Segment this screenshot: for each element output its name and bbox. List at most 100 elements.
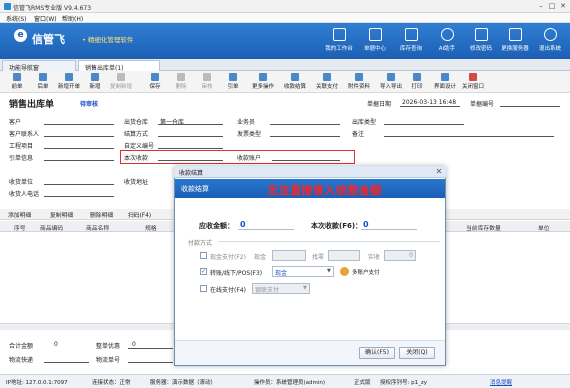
print-button[interactable]: 打印 <box>402 73 432 91</box>
logistics-input[interactable] <box>44 362 89 363</box>
nav-exit[interactable]: 退出系统 <box>531 26 569 56</box>
col-spec[interactable]: 规格 <box>145 223 157 232</box>
field-settlement-input[interactable] <box>158 136 223 137</box>
doc-date-label: 单据日期 <box>367 101 392 108</box>
discount-label: 整单优惠 <box>96 343 121 350</box>
nav-documents[interactable]: 单据中心 <box>356 26 394 56</box>
more-actions-button[interactable]: 更多操作 <box>248 73 278 91</box>
field-customer-label: 客户 <box>9 119 22 126</box>
menu-window[interactable]: 窗口(W) <box>34 14 57 23</box>
field-project-input[interactable] <box>44 148 114 149</box>
field-warehouse-label: 出货仓库 <box>124 119 149 126</box>
actual-label: 实收 <box>368 254 381 261</box>
field-salesperson-input[interactable] <box>270 124 340 125</box>
doc-no-label: 单据编号 <box>470 101 495 108</box>
multi-account-icon[interactable] <box>340 267 349 276</box>
cash-input[interactable] <box>272 250 306 261</box>
nav-inventory[interactable]: 库存查询 <box>392 26 430 56</box>
field-address-label: 收货地址 <box>124 179 149 186</box>
import-export-icon <box>387 73 395 81</box>
col-name[interactable]: 商品名称 <box>86 223 109 232</box>
change-input[interactable] <box>328 250 360 261</box>
server-icon <box>508 28 522 41</box>
status-edition: 正式版 <box>354 380 371 386</box>
field-invoice-input[interactable] <box>270 136 340 137</box>
nav-change-password[interactable]: 修改密码 <box>462 26 500 56</box>
field-receiver-phone-label: 收货人电话 <box>9 191 40 198</box>
cash-checkbox[interactable] <box>200 252 207 259</box>
confirm-button[interactable]: 确认(F5) <box>359 347 395 359</box>
page-title: 销售出库单 <box>9 100 55 110</box>
chevron-down-icon: ▼ <box>327 268 331 274</box>
field-receiver-input[interactable] <box>44 184 114 185</box>
col-unit[interactable]: 单位 <box>538 223 550 232</box>
close-icon <box>469 73 477 81</box>
transfer-checkbox[interactable]: ✓ <box>200 268 207 275</box>
field-receiver-label: 收货单位 <box>9 179 34 186</box>
field-settlement-label: 结算方式 <box>124 131 149 138</box>
copy-detail-button[interactable]: 复制明细 <box>50 210 73 219</box>
transfer-account-select[interactable]: 现金 <box>272 266 334 277</box>
attachments-button[interactable]: 附件资料 <box>344 73 374 91</box>
receipt-settlement-button[interactable]: 收款结算 <box>280 73 310 91</box>
field-contact-input[interactable] <box>44 136 114 137</box>
scan-button[interactable]: 扫码(F4) <box>128 210 151 219</box>
close-tab-button[interactable]: 关闭窗口 <box>458 73 488 91</box>
nav-ai-assistant[interactable]: AI助手 <box>428 26 466 56</box>
field-outbound-type-input[interactable] <box>384 124 464 125</box>
warehouse-underline <box>158 124 223 125</box>
multi-account-label[interactable]: 多账户支付 <box>352 268 380 276</box>
col-stock[interactable]: 当前库存数量 <box>466 223 501 232</box>
logistics-no-input[interactable] <box>128 362 173 363</box>
tab-sales-outbound[interactable]: 销售出库单(1) <box>78 60 160 72</box>
field-receiver-phone-input[interactable] <box>44 196 114 197</box>
add-icon <box>91 73 99 81</box>
transfer-label: 转账/线下/POS(F3) <box>210 270 263 277</box>
menu-system[interactable]: 系统(S) <box>6 14 27 23</box>
add-detail-button[interactable]: 添加明细 <box>8 210 31 219</box>
discount-value[interactable]: 0 <box>132 341 136 348</box>
printer-icon <box>413 73 421 81</box>
nav-change-server[interactable]: 更换服务器 <box>496 26 534 56</box>
copy-button[interactable]: 复制新增 <box>106 73 136 91</box>
documents-icon <box>368 28 382 41</box>
arrow-right-icon <box>39 73 47 81</box>
col-code[interactable]: 商品编码 <box>40 223 63 232</box>
import-order-button[interactable]: 引单 <box>218 73 248 91</box>
close-dialog-button[interactable]: 关闭(Q) <box>399 347 435 359</box>
this-receipt-label: 本次收款(F6)： <box>311 222 363 230</box>
actual-input[interactable]: 0 <box>384 250 416 261</box>
field-custom-no-input[interactable] <box>158 148 223 149</box>
arrow-left-icon <box>13 73 21 81</box>
doc-date-value[interactable]: 2026-03-13 16:48 <box>402 99 456 106</box>
title-bar: 信管飞RMS专业版 V9.4.673 – □ ✕ <box>0 0 570 13</box>
nav-workbench[interactable]: 我的工作台 <box>320 26 358 56</box>
field-contact-label: 客户联系人 <box>9 131 40 138</box>
field-custom-no-label: 自定义编号 <box>124 143 155 150</box>
close-window-button[interactable]: ✕ <box>559 2 567 10</box>
col-index[interactable]: 序号 <box>14 223 26 232</box>
total-label: 合计金额 <box>9 343 34 350</box>
delete-detail-button[interactable]: 删除明细 <box>90 210 113 219</box>
online-checkbox[interactable] <box>200 285 207 292</box>
linked-payment-button[interactable]: 关联支付 <box>312 73 342 91</box>
field-remark-input[interactable] <box>384 136 554 137</box>
status-message-link[interactable]: 消息提醒 <box>490 378 512 386</box>
dialog-header-text: 收款结算 <box>181 185 209 193</box>
field-customer-input[interactable] <box>44 124 114 125</box>
field-ref-input[interactable] <box>44 160 114 161</box>
online-method-select[interactable]: 银联支付 <box>252 283 310 294</box>
maximize-button[interactable]: □ <box>548 2 556 10</box>
menu-bar: 系统(S) 窗口(W) 帮助(H) <box>0 13 570 23</box>
dialog-close-icon[interactable]: ✕ <box>434 167 444 177</box>
online-chevron-icon: ▼ <box>303 285 307 291</box>
payment-section-label: 付款方式 <box>188 240 213 247</box>
field-salesperson-label: 业务员 <box>237 119 256 126</box>
minimize-button[interactable]: – <box>537 2 545 10</box>
menu-help[interactable]: 帮助(H) <box>62 14 83 23</box>
copy-icon <box>117 73 125 81</box>
field-invoice-label: 发票类型 <box>237 131 262 138</box>
status-server: 服务器：演示数据（滚动） <box>150 380 217 386</box>
layout-design-button[interactable]: 界面设计 <box>430 73 460 91</box>
tab-function-nav[interactable]: 功能导航窗 <box>2 60 76 72</box>
